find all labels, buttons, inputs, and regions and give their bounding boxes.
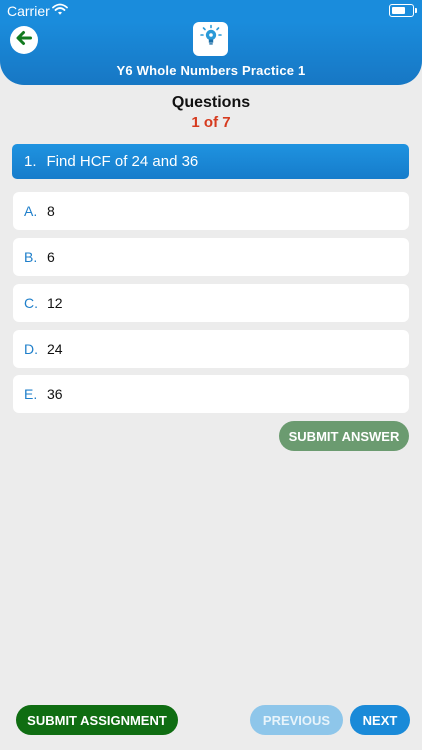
option-value: 12 [47, 295, 63, 311]
question-card: 1. Find HCF of 24 and 36 [12, 144, 409, 179]
wifi-icon [52, 3, 68, 21]
option-d[interactable]: D. 24 [13, 330, 409, 368]
lightbulb-icon [197, 23, 225, 56]
app-logo [193, 22, 228, 56]
option-b[interactable]: B. 6 [13, 238, 409, 276]
questions-heading: Questions [171, 94, 251, 111]
arrow-left-icon [14, 28, 34, 53]
battery-icon [389, 4, 417, 17]
question-text: Find HCF of 24 and 36 [46, 153, 199, 170]
status-bar: Carrier [0, 0, 422, 22]
carrier-label: Carrier [7, 3, 50, 19]
submit-answer-button[interactable]: SUBMIT ANSWER [279, 421, 409, 451]
app-header: Y6 Whole Numbers Practice 1 [0, 22, 422, 85]
option-letter: B. [24, 249, 38, 265]
question-counter: 1 of 7 [191, 114, 231, 131]
option-letter: D. [24, 341, 38, 357]
option-value: 6 [47, 249, 55, 265]
option-value: 8 [47, 203, 55, 219]
option-value: 24 [47, 341, 63, 357]
option-e[interactable]: E. 36 [13, 375, 409, 413]
option-letter: A. [24, 203, 38, 219]
option-c[interactable]: C. 12 [13, 284, 409, 322]
option-letter: E. [24, 386, 38, 402]
back-button[interactable] [10, 26, 38, 54]
option-a[interactable]: A. 8 [13, 192, 409, 230]
battery-level [391, 6, 405, 14]
option-value: 36 [47, 386, 63, 402]
option-letter: C. [24, 295, 38, 311]
page-title: Y6 Whole Numbers Practice 1 [116, 63, 306, 78]
submit-assignment-button[interactable]: SUBMIT ASSIGNMENT [16, 705, 178, 735]
next-button[interactable]: NEXT [350, 705, 410, 735]
question-number: 1. [24, 153, 37, 170]
previous-button[interactable]: PREVIOUS [250, 705, 343, 735]
